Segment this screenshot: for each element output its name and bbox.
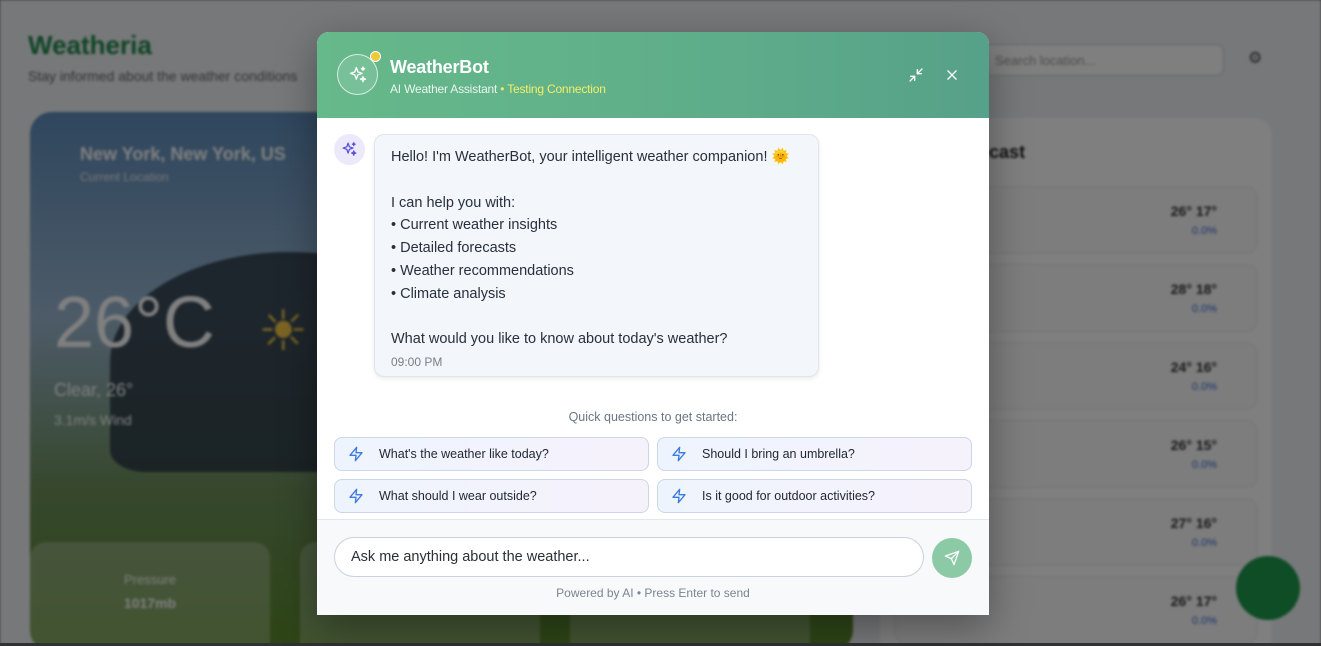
zap-icon — [347, 445, 365, 463]
chat-header: WeatherBot AI Weather Assistant • Testin… — [317, 32, 989, 118]
quick-question-button[interactable]: Should I bring an umbrella? — [657, 437, 972, 471]
message-input[interactable] — [334, 537, 924, 577]
message-line: I can help you with: — [391, 194, 516, 211]
quick-question-label: Should I bring an umbrella? — [702, 447, 855, 461]
separator: • — [497, 82, 508, 96]
message-line: Hello! I'm WeatherBot, your intelligent … — [391, 149, 790, 165]
send-button[interactable] — [932, 538, 972, 578]
bot-role: AI Weather Assistant — [390, 82, 498, 96]
chat-dialog: WeatherBot AI Weather Assistant • Testin… — [317, 32, 989, 615]
minimize-icon — [909, 68, 923, 82]
close-icon — [947, 70, 957, 80]
bot-subtitle: AI Weather Assistant • Testing Connectio… — [390, 82, 606, 96]
quick-question-button[interactable]: Is it good for outdoor activities? — [657, 479, 972, 513]
message-line: • Weather recommendations — [391, 262, 574, 279]
zap-icon — [670, 445, 688, 463]
zap-icon — [347, 487, 365, 505]
zap-icon — [670, 487, 688, 505]
bot-message-bubble: Hello! I'm WeatherBot, your intelligent … — [374, 134, 819, 377]
quick-question-button[interactable]: What's the weather like today? — [334, 437, 649, 471]
message-line: • Current weather insights — [391, 217, 558, 234]
connection-status: Testing Connection — [507, 82, 606, 96]
message-line — [391, 306, 802, 329]
message-list[interactable]: Hello! I'm WeatherBot, your intelligent … — [317, 118, 989, 519]
powered-by-note: Powered by AI • Press Enter to send — [556, 586, 750, 600]
message-line: What would you like to know about today'… — [391, 331, 728, 348]
minimize-button[interactable] — [906, 65, 926, 85]
quick-question-button[interactable]: What should I wear outside? — [334, 479, 649, 513]
sparkles-icon — [334, 134, 365, 165]
send-icon — [944, 550, 960, 566]
chat-composer: Powered by AI • Press Enter to send — [317, 519, 989, 615]
quick-question-label: What should I wear outside? — [379, 489, 537, 503]
message-timestamp: 09:00 PM — [391, 355, 443, 370]
message-line — [391, 169, 802, 192]
quick-question-label: Is it good for outdoor activities? — [702, 489, 876, 503]
close-button[interactable] — [942, 65, 962, 85]
bot-name: WeatherBot — [390, 57, 489, 77]
status-indicator — [370, 51, 381, 62]
message-line: • Climate analysis — [391, 285, 506, 302]
message-line: • Detailed forecasts — [391, 240, 517, 257]
quick-question-label: What's the weather like today? — [379, 447, 549, 461]
quick-questions-label: Quick questions to get started: — [568, 410, 738, 424]
